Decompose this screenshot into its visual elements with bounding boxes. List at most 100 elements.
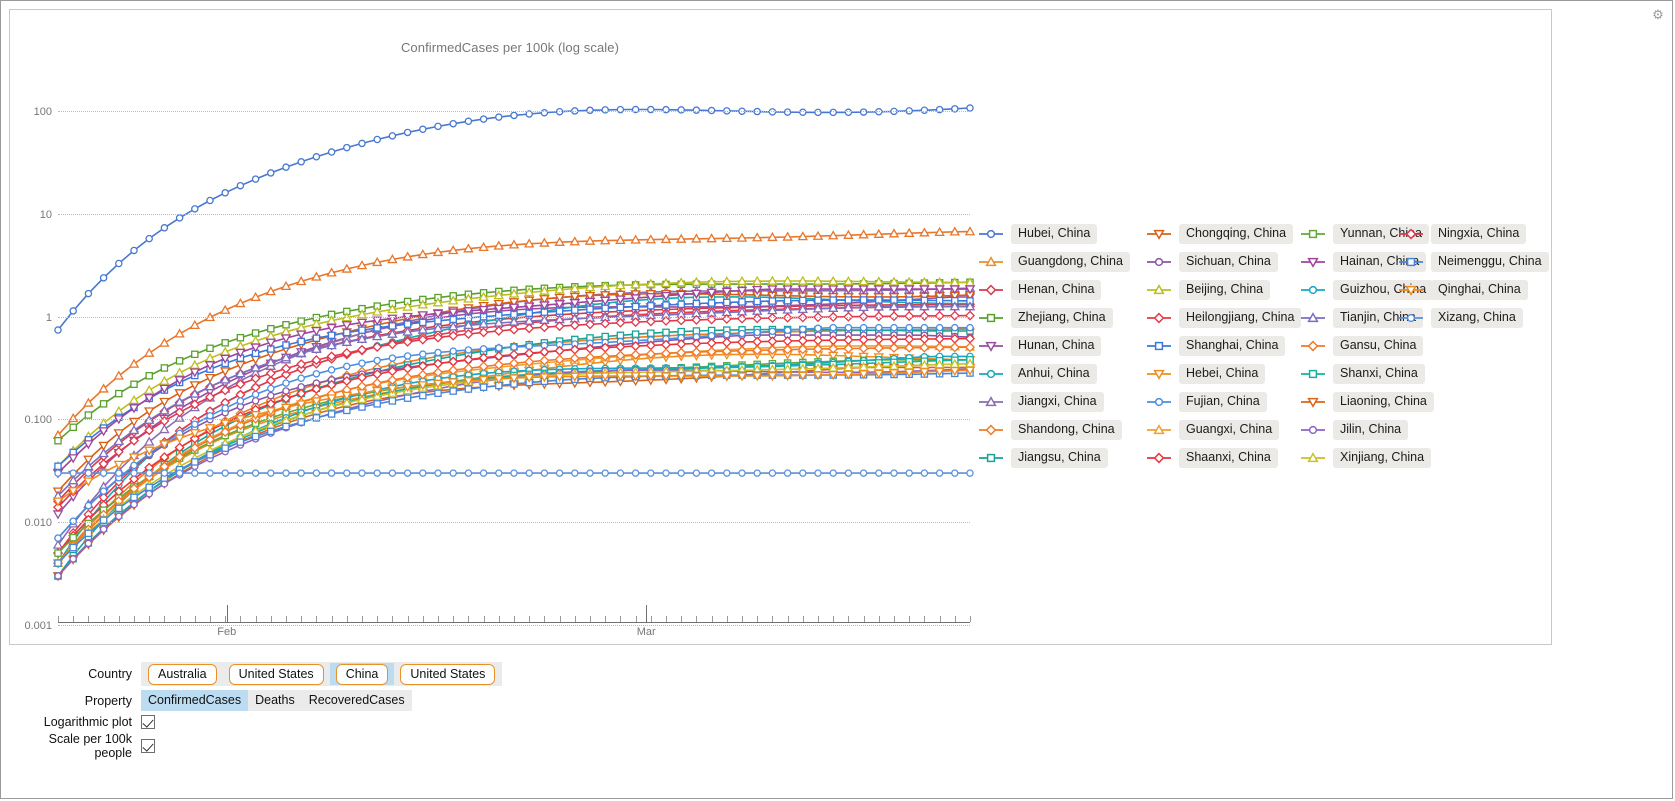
country-option-group[interactable]: Australia United States China United States: [141, 662, 503, 686]
diamond-marker-icon: [1398, 227, 1424, 241]
diamond-marker-icon: [1146, 451, 1172, 465]
x-axis-minor-tick: [453, 616, 455, 622]
x-axis-minor-tick: [103, 616, 105, 622]
x-axis-minor-tick: [362, 616, 363, 622]
legend-item[interactable]: Fujian, China: [1146, 388, 1301, 416]
triangle-down-marker-icon: [1146, 367, 1172, 381]
triangle-up-marker-icon: [978, 255, 1004, 269]
legend-item[interactable]: Guangdong, China: [978, 248, 1130, 276]
x-axis-tick-label: Feb: [217, 626, 237, 638]
legend-item[interactable]: Shaanxi, China: [1146, 444, 1301, 472]
x-axis-minor-tick: [392, 616, 394, 622]
y-axis-tick-label: 1: [45, 311, 52, 324]
property-option[interactable]: ConfirmedCases: [141, 690, 249, 711]
y-axis-tick-label: 0.010: [24, 517, 52, 530]
application-window: ⚙ ConfirmedCases per 100k (log scale) 10…: [0, 0, 1673, 799]
square-marker-icon: [1300, 227, 1326, 241]
scale-per-100k-checkbox[interactable]: [141, 739, 155, 753]
x-axis-minor-tick: [954, 616, 956, 622]
legend-item[interactable]: Shanxi, China: [1300, 360, 1434, 388]
property-label: Property: [84, 693, 132, 708]
legend-item[interactable]: Liaoning, China: [1300, 388, 1434, 416]
triangle-down-marker-icon: [978, 339, 1004, 353]
legend-item[interactable]: Hunan, China: [978, 332, 1130, 360]
country-option-label[interactable]: United States: [400, 664, 496, 685]
legend-column: Ningxia, China Neimenggu, China Qinghai,…: [1398, 220, 1549, 332]
x-axis-minor-tick: [73, 616, 75, 622]
legend-item[interactable]: Gansu, China: [1300, 332, 1434, 360]
triangle-up-marker-icon: [978, 395, 1004, 409]
square-marker-icon: [1398, 255, 1424, 269]
country-row: Country Australia United States China Unite…: [10, 662, 1553, 686]
country-option[interactable]: China: [329, 663, 395, 685]
legend-item[interactable]: Neimenggu, China: [1398, 248, 1549, 276]
legend-item[interactable]: Sichuan, China: [1146, 248, 1301, 276]
logarithmic-checkbox[interactable]: [141, 715, 155, 729]
circle-marker-icon: [1300, 283, 1326, 297]
x-axis-minor-tick: [316, 616, 318, 622]
legend-item-label: Neimenggu, China: [1431, 252, 1549, 272]
legend-item-label: Jiangxi, China: [1011, 392, 1104, 412]
legend-item[interactable]: Henan, China: [978, 276, 1130, 304]
x-axis-minor-tick: [118, 616, 120, 622]
diamond-marker-icon: [978, 423, 1004, 437]
x-axis-minor-tick: [149, 616, 151, 622]
property-option[interactable]: RecoveredCases: [302, 690, 412, 711]
x-axis-minor-tick: [726, 616, 728, 622]
x-axis-minor-tick: [787, 616, 789, 622]
diamond-marker-icon: [978, 283, 1004, 297]
country-option[interactable]: United States: [223, 663, 330, 685]
country-option[interactable]: Australia: [142, 663, 223, 685]
country-option[interactable]: United States: [394, 663, 501, 685]
y-axis-tick-label: 10: [39, 208, 52, 221]
x-axis-minor-tick: [635, 616, 637, 622]
x-axis-minor-tick: [286, 616, 287, 622]
legend-item[interactable]: Guangxi, China: [1146, 416, 1301, 444]
x-axis-tick-label: Mar: [636, 626, 656, 638]
legend-item[interactable]: Chongqing, China: [1146, 220, 1301, 248]
x-axis-minor-tick: [802, 616, 804, 622]
legend-item[interactable]: Hebei, China: [1146, 360, 1301, 388]
legend-item[interactable]: Jiangsu, China: [978, 444, 1130, 472]
x-axis-minor-tick: [240, 616, 242, 622]
square-marker-icon: [1146, 339, 1172, 353]
x-axis-minor-tick: [255, 616, 257, 622]
x-axis-minor-tick: [681, 616, 683, 622]
x-axis-minor-tick: [134, 616, 135, 622]
legend-item-label: Hunan, China: [1011, 336, 1102, 356]
legend-item[interactable]: Qinghai, China: [1398, 276, 1549, 304]
legend-item[interactable]: Anhui, China: [978, 360, 1130, 388]
property-option-group[interactable]: ConfirmedCases Deaths RecoveredCases: [141, 690, 412, 711]
legend-item-label: Heilongjiang, China: [1179, 308, 1302, 328]
legend-item[interactable]: Shandong, China: [978, 416, 1130, 444]
x-axis-minor-tick: [711, 616, 713, 622]
x-axis-minor-tick: [894, 616, 895, 622]
legend-item[interactable]: Zhejiang, China: [978, 304, 1130, 332]
legend-item[interactable]: Heilongjiang, China: [1146, 304, 1302, 332]
x-axis-minor-tick: [605, 616, 607, 622]
legend-item-label: Jiangsu, China: [1011, 448, 1108, 468]
x-axis-minor-tick: [377, 616, 379, 622]
legend-item-label: Shandong, China: [1011, 420, 1122, 440]
gear-icon[interactable]: ⚙: [1650, 7, 1666, 23]
legend-item-label: Guangxi, China: [1179, 420, 1280, 440]
legend-item[interactable]: Jilin, China: [1300, 416, 1434, 444]
country-option-label[interactable]: United States: [228, 664, 324, 685]
legend-item[interactable]: Xizang, China: [1398, 304, 1549, 332]
legend-item[interactable]: Xinjiang, China: [1300, 444, 1434, 472]
legend-item-label: Jilin, China: [1333, 420, 1409, 440]
legend-item-label: Henan, China: [1011, 280, 1102, 300]
legend-column: Hubei, China Guangdong, China Henan, Chi…: [978, 220, 1130, 472]
country-option-label[interactable]: China: [335, 664, 389, 685]
legend-item[interactable]: Jiangxi, China: [978, 388, 1130, 416]
legend-item[interactable]: Beijing, China: [1146, 276, 1301, 304]
x-axis-minor-tick: [438, 616, 439, 622]
legend-item[interactable]: Hubei, China: [978, 220, 1130, 248]
legend-item[interactable]: Shanghai, China: [1146, 332, 1301, 360]
property-option[interactable]: Deaths: [248, 690, 302, 711]
legend-item[interactable]: Ningxia, China: [1398, 220, 1549, 248]
country-option-label[interactable]: Australia: [148, 664, 217, 685]
x-axis-minor-tick: [878, 616, 880, 622]
circle-marker-icon: [1146, 395, 1172, 409]
y-axis-tick-label: 0.001: [24, 620, 52, 632]
